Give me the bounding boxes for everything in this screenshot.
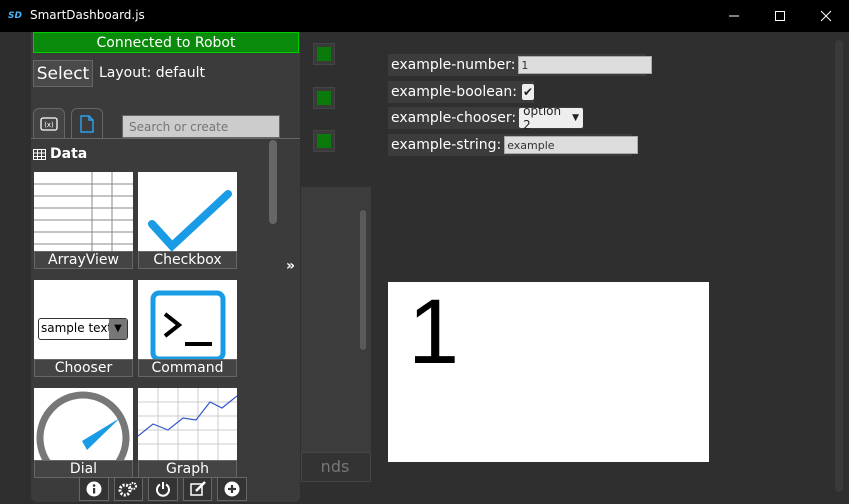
example-string-widget: example-string: [388, 134, 639, 156]
minimize-button[interactable] [711, 0, 757, 32]
svg-text:(x): (x) [44, 121, 54, 129]
widget-sidebar: Connected to Robot Select Layout: defaul… [31, 32, 300, 502]
widget-tile-label: ArrayView [34, 251, 133, 269]
example-chooser-widget: example-chooser: option 2 ▼ [388, 104, 583, 132]
example-number-label: example-number: [391, 57, 516, 73]
window-title: SmartDashboard.js [30, 8, 145, 22]
boolean-indicator [313, 87, 335, 109]
add-button[interactable] [217, 477, 247, 501]
connection-status: Connected to Robot [33, 32, 299, 53]
chooser-preview-text: sample text [41, 321, 113, 335]
layout-label: Layout: default [99, 65, 206, 81]
widget-tile-graph[interactable]: Graph [138, 388, 237, 478]
category-header: Data [33, 146, 87, 162]
arrayview-preview [34, 172, 133, 251]
widget-tile-command[interactable]: Command [138, 280, 237, 377]
power-button[interactable] [148, 477, 178, 501]
sidebar-toolbar [79, 477, 252, 502]
widget-tile-checkbox[interactable]: Checkbox [138, 172, 237, 269]
background-panel-label: nds [301, 452, 371, 482]
file-icon [80, 114, 94, 133]
example-string-input[interactable] [504, 136, 639, 154]
select-button[interactable]: Select [33, 60, 93, 87]
number-display-value: 1 [408, 281, 460, 383]
example-number-widget: example-number: [388, 54, 653, 76]
example-chooser-select[interactable]: option 2 ▼ [519, 104, 583, 132]
background-scrollbar[interactable] [360, 210, 366, 350]
close-icon [820, 10, 832, 22]
category-label: Data [50, 146, 88, 162]
example-chooser-value: option 2 [523, 104, 562, 132]
edit-button[interactable] [182, 477, 213, 501]
maximize-icon [775, 11, 785, 21]
add-icon [224, 481, 240, 497]
widget-tile-arrayview[interactable]: ArrayView [34, 172, 133, 269]
widget-tile-label: Dial [34, 460, 133, 478]
app-logo-icon: SD [8, 11, 22, 21]
example-boolean-label: example-boolean: [391, 84, 517, 100]
minimize-icon [729, 15, 739, 17]
boolean-indicator [313, 130, 335, 152]
example-chooser-label: example-chooser: [391, 110, 517, 126]
widget-tile-chooser[interactable]: sample text ▼ Chooser [34, 280, 133, 377]
boolean-indicator [313, 43, 335, 65]
tab-variables[interactable]: (x) [33, 108, 65, 138]
example-boolean-checkbox[interactable]: ✔ [522, 84, 534, 100]
terminal-icon [150, 290, 226, 359]
variables-icon: (x) [40, 116, 58, 131]
tab-divider [31, 138, 300, 139]
workspace-scrollbar[interactable] [835, 40, 843, 492]
info-icon [86, 481, 102, 497]
sidebar-scrollbar[interactable] [269, 140, 277, 224]
widget-tile-dial[interactable]: Dial [34, 388, 133, 478]
example-boolean-widget: example-boolean: ✔ [388, 81, 534, 103]
settings-button[interactable] [113, 477, 144, 501]
chevron-down-icon: ▼ [572, 113, 579, 123]
close-button[interactable] [803, 0, 849, 32]
info-button[interactable] [79, 477, 109, 501]
table-icon [33, 148, 46, 160]
maximize-button[interactable] [757, 0, 803, 32]
edit-icon [189, 481, 206, 496]
expand-sidebar-icon[interactable]: » [286, 258, 295, 274]
widget-tile-label: Checkbox [138, 251, 237, 269]
search-input[interactable] [122, 115, 280, 138]
widget-tile-label: Graph [138, 460, 237, 478]
power-icon [156, 482, 170, 497]
example-number-input[interactable] [518, 56, 653, 74]
checkmark-icon [148, 190, 232, 251]
example-string-label: example-string: [391, 137, 502, 153]
widget-tile-label: Chooser [34, 359, 133, 377]
chooser-preview: sample text ▼ [38, 318, 128, 340]
tab-files[interactable] [71, 108, 103, 138]
chevron-down-icon: ▼ [109, 319, 127, 339]
gears-icon [118, 482, 138, 497]
number-display-widget: 1 [388, 281, 709, 462]
title-bar: SD SmartDashboard.js [0, 0, 849, 32]
widget-tile-label: Command [138, 359, 237, 377]
